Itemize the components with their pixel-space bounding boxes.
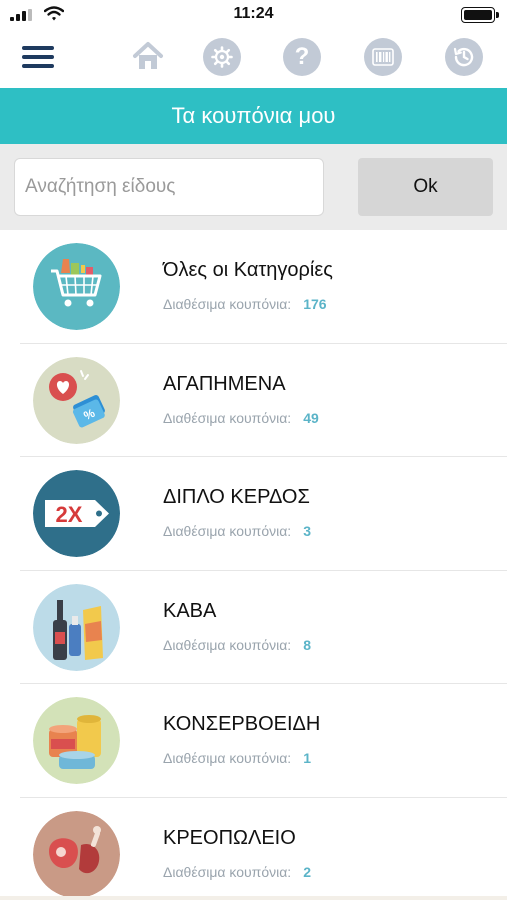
page-title: Τα κουπόνια μου (171, 103, 336, 128)
double-tag-badge: 2X (56, 502, 83, 527)
meat-icon (33, 810, 120, 898)
barcode-icon[interactable] (364, 38, 404, 78)
coupon-count-label: Διαθέσιμα κουπόνια: (163, 523, 292, 540)
coupon-count-label: Διαθέσιμα κουπόνια: (163, 296, 292, 312)
bottles-icon (33, 583, 120, 671)
coupon-count: 2 (303, 863, 311, 880)
battery-icon (461, 7, 499, 23)
category-item-butchery[interactable]: ΚΡΕΟΠΩΛΕΙΟ Διαθέσιμα κουπόνια: 2 (20, 798, 507, 900)
category-title: ΚΑΒΑ (163, 599, 217, 622)
coupon-count-line: Διαθέσιμα κουπόνια: 8 (163, 637, 311, 653)
coupon-count-line: Διαθέσιμα κουπόνια: 2 (163, 864, 311, 880)
coupon-count: 176 (303, 296, 327, 312)
help-icon[interactable]: ? (283, 38, 323, 78)
coupon-count: 1 (303, 750, 311, 767)
ok-button[interactable]: Ok (358, 158, 493, 216)
coupon-count: 3 (303, 523, 311, 540)
coupon-count-label: Διαθέσιμα κουπόνια: (163, 750, 292, 767)
heart-tag-icon: % (33, 356, 120, 444)
search-input[interactable] (14, 158, 324, 216)
settings-icon[interactable] (203, 38, 243, 78)
coupon-count-line: Διαθέσιμα κουπόνια: 49 (163, 410, 319, 426)
category-item-favorites[interactable]: % ΑΓΑΠΗΜΕΝΑ Διαθέσιμα κουπόνια: 49 (20, 344, 507, 458)
coupon-count: 49 (303, 409, 319, 426)
coupon-count: 8 (303, 636, 311, 653)
category-title: ΑΓΑΠΗΜΕΝΑ (163, 372, 286, 395)
category-item-canned-food[interactable]: ΚΟΝΣΕΡΒΟΕΙΔΗ Διαθέσιμα κουπόνια: 1 (20, 684, 507, 798)
bottom-strip (0, 896, 507, 900)
status-bar: 11:24 (0, 0, 507, 30)
category-title: ΔΙΠΛΟ ΚΕΡΔΟΣ (163, 486, 310, 509)
coupon-count-label: Διαθέσιμα κουπόνια: (163, 863, 292, 880)
shopping-cart-icon (33, 243, 120, 330)
coupon-count-label: Διαθέσιμα κουπόνια: (163, 409, 292, 426)
status-time: 11:24 (233, 5, 274, 22)
coupon-count-line: Διαθέσιμα κουπόνια: 1 (163, 750, 311, 766)
coupon-count-line: Διαθέσιμα κουπόνια: 3 (163, 523, 311, 539)
cans-icon (33, 697, 120, 785)
coupon-count-line: Διαθέσιμα κουπόνια: 176 (163, 296, 327, 312)
menu-icon[interactable] (22, 44, 56, 70)
coupon-count-label: Διαθέσιμα κουπόνια: (163, 636, 292, 653)
category-item-double-gain[interactable]: 2X ΔΙΠΛΟ ΚΕΡΔΟΣ Διαθέσιμα κουπόνια: 3 (20, 457, 507, 571)
home-icon[interactable] (130, 38, 170, 78)
category-item-cava[interactable]: ΚΑΒΑ Διαθέσιμα κουπόνια: 8 (20, 571, 507, 685)
category-title: Όλες οι Κατηγορίες (163, 259, 333, 281)
top-toolbar: ? (0, 34, 507, 84)
search-bar: Ok (0, 144, 507, 230)
double-tag-icon: 2X (33, 470, 120, 558)
category-title: ΚΡΕΟΠΩΛΕΙΟ (163, 826, 296, 849)
category-title: ΚΟΝΣΕΡΒΟΕΙΔΗ (163, 713, 321, 736)
page-title-bar: Τα κουπόνια μου (0, 88, 507, 144)
history-icon[interactable] (445, 38, 485, 78)
category-list: Όλες οι Κατηγορίες Διαθέσιμα κουπόνια: 17… (0, 230, 507, 900)
category-item-all[interactable]: Όλες οι Κατηγορίες Διαθέσιμα κουπόνια: 17… (20, 230, 507, 344)
